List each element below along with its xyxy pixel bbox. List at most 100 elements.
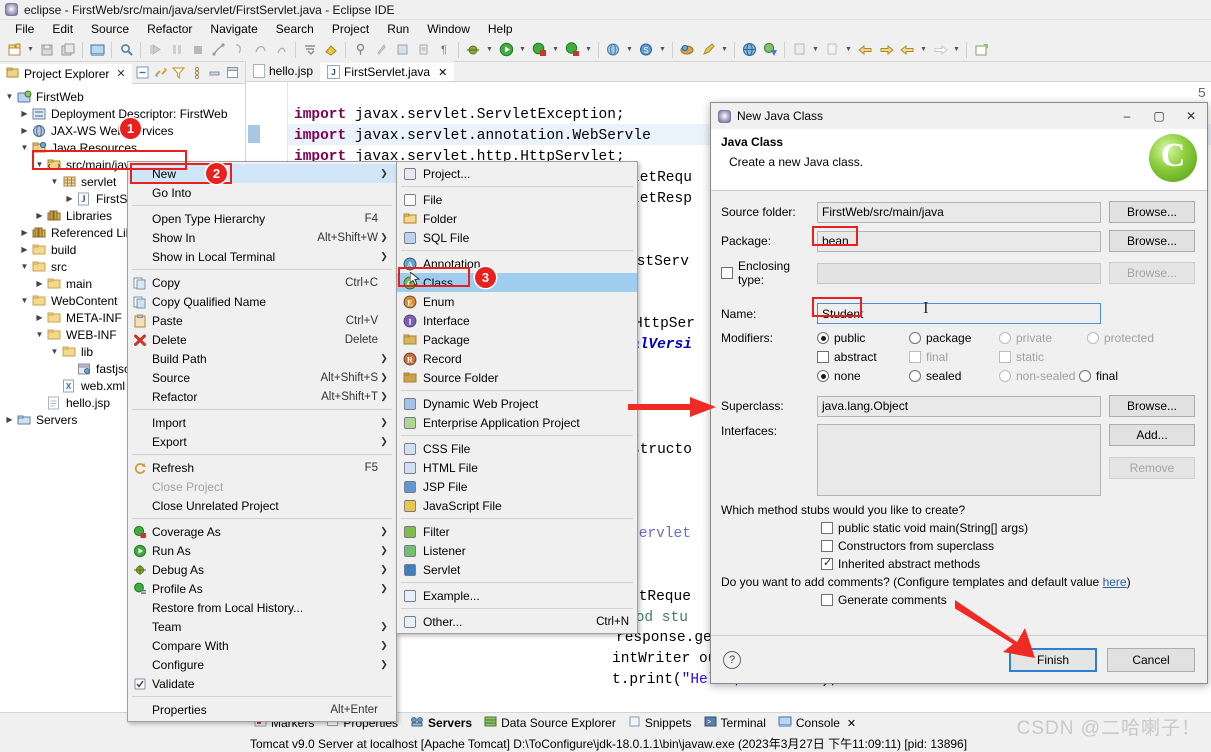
next-annotation-icon[interactable] (300, 40, 320, 60)
chevron-down-icon[interactable]: ▼ (48, 347, 61, 356)
radio-icon[interactable] (1079, 370, 1091, 382)
chevron-down-icon[interactable]: ▼ (18, 143, 31, 152)
source-folder-input[interactable]: FirstWeb/src/main/java (817, 201, 1101, 223)
search-icon[interactable] (116, 40, 136, 60)
tab-project-explorer[interactable]: Project Explorer ✕ (0, 61, 132, 84)
enclosing-type-checkbox[interactable] (721, 267, 733, 279)
forward-nav-dropdown-icon[interactable]: ▼ (951, 40, 962, 60)
menu-project[interactable]: Project (323, 20, 378, 38)
context-menu-item-build-path[interactable]: Build Path ❯ (128, 349, 396, 368)
superclass-input[interactable]: java.lang.Object (817, 395, 1101, 417)
context-menu-item-show-in-local-terminal[interactable]: Show in Local Terminal ❯ (128, 247, 396, 266)
context-menu-item-run-as[interactable]: Run As ❯ (128, 541, 396, 560)
menu-search[interactable]: Search (267, 20, 323, 38)
chevron-right-icon[interactable]: ▶ (18, 109, 31, 118)
checkbox-icon[interactable] (821, 556, 833, 570)
filter-icon[interactable] (171, 65, 186, 80)
new-submenu-item-project[interactable]: Project... (397, 164, 637, 183)
back-arrow-icon[interactable] (855, 40, 875, 60)
context-menu-item-debug-as[interactable]: Debug As ❯ (128, 560, 396, 579)
package-input[interactable]: bean (817, 230, 1101, 252)
comments-here-link[interactable]: here (1103, 575, 1127, 589)
context-menu-item-import[interactable]: Import ❯ (128, 413, 396, 432)
new-submenu-item-servlet[interactable]: Servlet (397, 560, 637, 579)
context-menu-item-coverage-as[interactable]: Coverage As ❯ (128, 522, 396, 541)
editor-tab-firstservlet-java[interactable]: J FirstServlet.java ✕ (320, 61, 455, 81)
context-menu-item-restore-from-local-history[interactable]: Restore from Local History... (128, 598, 396, 617)
new-web-dropdown-icon[interactable]: ▼ (624, 40, 635, 60)
stub-constructors[interactable]: Constructors from superclass (821, 539, 1195, 553)
new-icon[interactable] (4, 40, 24, 60)
new-submenu-item-record[interactable]: R Record (397, 349, 637, 368)
new-sql-dropdown-icon[interactable]: ▼ (657, 40, 668, 60)
context-menu-item-source[interactable]: Source Alt+Shift+S ❯ (128, 368, 396, 387)
stub-inherited-abstract[interactable]: Inherited abstract methods (821, 556, 1195, 571)
minimize-icon[interactable] (207, 65, 222, 80)
close-icon[interactable]: ✕ (116, 67, 125, 80)
back-nav-dropdown-icon[interactable]: ▼ (918, 40, 929, 60)
chevron-right-icon[interactable]: ▶ (33, 279, 46, 288)
chevron-down-icon[interactable]: ▼ (33, 330, 46, 339)
new-server-icon[interactable] (87, 40, 107, 60)
back-nav-icon[interactable] (897, 40, 917, 60)
new-submenu-item-dynamic-web-project[interactable]: Dynamic Web Project (397, 394, 637, 413)
chevron-right-icon[interactable]: ▶ (63, 194, 76, 203)
context-menu-item-properties[interactable]: Properties Alt+Enter (128, 700, 396, 719)
run-last-tool-icon[interactable] (321, 40, 341, 60)
context-menu-item-profile-as[interactable]: Profile As ❯ (128, 579, 396, 598)
tab-snippets[interactable]: Snippets (624, 713, 696, 733)
modifier-package[interactable]: package (909, 331, 999, 345)
web-deploy-icon[interactable] (760, 40, 780, 60)
minimize-button[interactable]: – (1111, 103, 1143, 129)
new-submenu-item-enterprise-application-project[interactable]: Enterprise Application Project (397, 413, 637, 432)
new-submenu-item-sql-file[interactable]: SQL File (397, 228, 637, 247)
context-menu-item-validate[interactable]: Validate (128, 674, 396, 693)
chevron-down-icon[interactable]: ▼ (48, 177, 61, 186)
modifier-none[interactable]: none (817, 369, 909, 383)
maximize-icon[interactable] (225, 65, 240, 80)
new-window-icon[interactable] (971, 40, 991, 60)
chevron-down-icon[interactable]: ▼ (18, 296, 31, 305)
help-icon[interactable]: ? (723, 650, 741, 669)
new-dropdown-icon[interactable]: ▼ (25, 40, 36, 60)
modifier-public[interactable]: public (817, 331, 909, 345)
chevron-right-icon[interactable]: ▶ (18, 126, 31, 135)
link-with-editor-icon[interactable] (153, 65, 168, 80)
debug-icon[interactable] (463, 40, 483, 60)
new-submenu-item-filter[interactable]: Filter (397, 522, 637, 541)
pencil-dropdown-icon[interactable]: ▼ (719, 40, 730, 60)
enclosing-type-input[interactable] (817, 262, 1101, 284)
new-submenu-item-javascript-file[interactable]: JavaScript File (397, 496, 637, 515)
context-menu-item-paste[interactable]: Paste Ctrl+V (128, 311, 396, 330)
close-icon[interactable]: ✕ (847, 717, 856, 730)
tree-item-firstweb[interactable]: ▼ FirstWeb (0, 88, 245, 105)
radio-icon[interactable] (909, 332, 921, 344)
chevron-down-icon[interactable]: ▼ (3, 92, 16, 101)
pencil-icon[interactable] (698, 40, 718, 60)
tab-console[interactable]: Console ✕ (774, 713, 860, 733)
run-dropdown-icon[interactable]: ▼ (517, 40, 528, 60)
checkbox-icon[interactable] (821, 594, 833, 606)
chevron-down-icon[interactable]: ▼ (18, 262, 31, 271)
modifier-sealed[interactable]: sealed (909, 369, 999, 383)
new-submenu-item-listener[interactable]: Listener (397, 541, 637, 560)
open-browser-icon[interactable] (739, 40, 759, 60)
enclosing-type-browse-button[interactable]: Browse... (1109, 262, 1195, 284)
new-submenu-item-file[interactable]: File (397, 190, 637, 209)
context-menu-item-team[interactable]: Team ❯ (128, 617, 396, 636)
chevron-right-icon[interactable]: ▶ (18, 228, 31, 237)
context-menu[interactable]: New ❯ Go Into Open Type Hierarchy F4 Show In A… (127, 161, 397, 722)
context-menu-item-delete[interactable]: Delete Delete (128, 330, 396, 349)
tab-servers[interactable]: Servers (406, 713, 476, 733)
new-web-project-icon[interactable] (603, 40, 623, 60)
collapse-all-icon[interactable] (135, 65, 150, 80)
radio-icon[interactable] (817, 332, 829, 344)
context-menu-item-close-unrelated-project[interactable]: Close Unrelated Project (128, 496, 396, 515)
source-folder-browse-button[interactable]: Browse... (1109, 201, 1195, 223)
context-menu-item-refactor[interactable]: Refactor Alt+Shift+T ❯ (128, 387, 396, 406)
stub-main-method[interactable]: public static void main(String[] args) (821, 521, 1195, 535)
profile-icon[interactable] (562, 40, 582, 60)
menu-help[interactable]: Help (479, 20, 522, 38)
menu-source[interactable]: Source (82, 20, 138, 38)
new-submenu-item-package[interactable]: Package (397, 330, 637, 349)
